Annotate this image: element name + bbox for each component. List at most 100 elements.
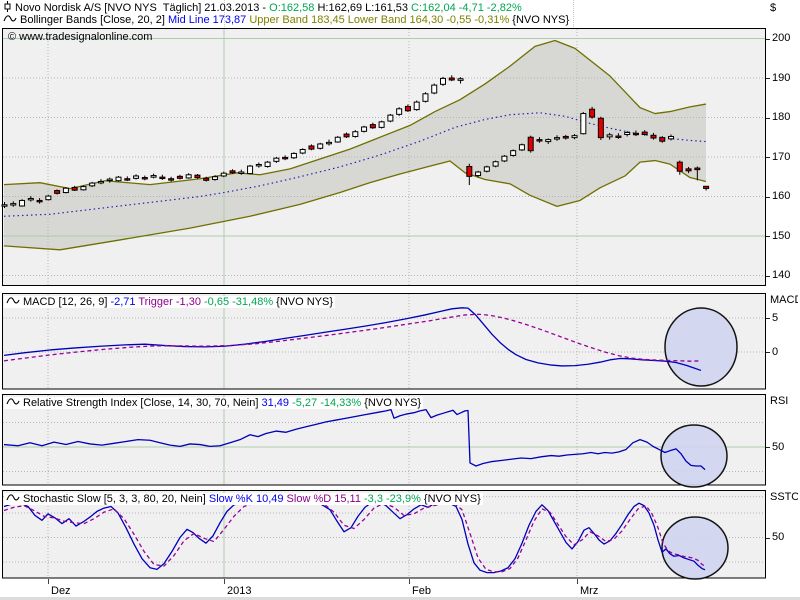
- legend-text: -0,65 -31,48%: [204, 296, 276, 308]
- candle-body: [633, 133, 638, 134]
- axis-tick-label: 5: [772, 312, 778, 324]
- legend-text: Upper Band 183,45 Lower Band 164,30 -0,5…: [249, 14, 512, 26]
- candle-body: [484, 167, 489, 171]
- macd-axis-label: MACD: [770, 294, 798, 306]
- legend-text: {NVO NYS}: [424, 493, 481, 505]
- candle-body: [248, 166, 253, 174]
- time-tick-mark: [409, 579, 410, 584]
- main-price-chart-panel[interactable]: [0, 28, 800, 286]
- stochastic-panel[interactable]: [0, 490, 800, 598]
- indicator-wave-icon: [6, 296, 20, 306]
- candle-body: [686, 169, 691, 171]
- candle-body: [151, 176, 156, 178]
- candle-body: [55, 191, 60, 194]
- candle-body: [423, 94, 428, 102]
- legend-text: {NVO NYS}: [276, 296, 333, 308]
- candle-body: [169, 179, 174, 180]
- candle-body: [397, 109, 402, 115]
- time-tick-mark: [48, 579, 49, 584]
- candle-body: [46, 196, 51, 200]
- candle-body: [642, 132, 647, 134]
- candle-body: [695, 168, 700, 170]
- legend-text: C:162,04 -4,71 -2,82%: [411, 2, 522, 14]
- candle-body: [318, 144, 323, 148]
- instrument-title[interactable]: Novo Nordisk A/S [NVO NYS Täglich] 21.03…: [3, 1, 522, 14]
- candle-body: [81, 187, 86, 190]
- legend-text: Novo Nordisk A/S [NVO NYS Täglich] 21.03…: [15, 2, 269, 14]
- candle-body: [590, 109, 595, 117]
- candle-body: [134, 176, 139, 178]
- watermark: © www.tradesignalonline.com: [8, 31, 152, 43]
- candle-body: [353, 132, 358, 137]
- candle-body: [379, 122, 384, 128]
- candle-body: [449, 78, 454, 80]
- candle-body: [177, 176, 182, 178]
- legend-text: Trigger -1,30: [138, 296, 204, 308]
- candle-body: [502, 156, 507, 161]
- candle-body: [283, 157, 288, 158]
- indicator-wave-icon: [6, 493, 20, 503]
- legend-text: O:162,58: [269, 2, 317, 14]
- legend-text: Mid Line 173,87: [168, 14, 249, 26]
- candle-body: [116, 177, 121, 181]
- candle-body: [212, 177, 217, 180]
- legend-text: Relative Strength Index [Close, 14, 30, …: [23, 397, 261, 409]
- axis-tick-mark: [766, 352, 770, 353]
- legend-text: H:162,69 L:161,53: [317, 2, 411, 14]
- candle-body: [625, 133, 630, 135]
- candle-body: [704, 186, 709, 188]
- axis-tick-mark: [766, 157, 770, 158]
- candle-body: [195, 175, 200, 177]
- candle-body: [344, 134, 349, 137]
- legend-text: Bollinger Bands [Close, 20, 2]: [20, 14, 168, 26]
- candle-body: [2, 205, 7, 206]
- axis-tick-label: 160: [772, 190, 790, 202]
- candle-body: [660, 138, 665, 142]
- candle-body: [467, 166, 472, 176]
- candle-body: [291, 153, 296, 157]
- rsi-header[interactable]: Relative Strength Index [Close, 14, 30, …: [4, 397, 423, 409]
- legend-text: Stochastic Slow [5, 3, 3, 80, 20, Nein]: [23, 493, 209, 505]
- highlight-ellipse[interactable]: [665, 308, 737, 386]
- candle-body: [519, 145, 524, 150]
- candle-body: [11, 204, 16, 205]
- candle-body: [125, 179, 130, 180]
- price-axis-unit: $: [770, 2, 776, 14]
- stochastic-header[interactable]: Stochastic Slow [5, 3, 3, 80, 20, Nein] …: [4, 493, 483, 505]
- axis-tick-label: 190: [772, 72, 790, 84]
- axis-tick-mark: [766, 78, 770, 79]
- candle-body: [90, 183, 95, 186]
- time-tick-label: Feb: [412, 585, 431, 597]
- candle-body: [335, 137, 340, 142]
- candle-body: [221, 173, 226, 176]
- legend-text: -2,71: [110, 296, 138, 308]
- candle-body: [581, 114, 586, 134]
- bollinger-legend[interactable]: Bollinger Bands [Close, 20, 2] Mid Line …: [3, 14, 569, 26]
- candle-body: [405, 106, 410, 110]
- candle-body: [616, 136, 621, 137]
- highlight-ellipse[interactable]: [661, 425, 727, 487]
- candle-body: [563, 136, 568, 138]
- candle-body: [555, 138, 560, 139]
- time-tick-label: Mrz: [580, 585, 598, 597]
- time-tick-mark: [577, 579, 578, 584]
- candle-body: [274, 158, 279, 161]
- highlight-ellipse[interactable]: [662, 517, 728, 579]
- stochastic-axis-label: SSTO: [770, 491, 798, 503]
- legend-text: {NVO NYS}: [364, 397, 421, 409]
- axis-tick-mark: [766, 447, 770, 448]
- axis-tick-label: 150: [772, 230, 790, 242]
- axis-tick-mark: [766, 318, 770, 319]
- candle-body: [677, 162, 682, 171]
- time-tick-label: Dez: [51, 585, 71, 597]
- candle-body: [598, 118, 603, 137]
- candle-body: [493, 162, 498, 166]
- candle-body: [651, 135, 656, 138]
- candle-body: [537, 140, 542, 141]
- candle-body: [528, 137, 533, 150]
- candlestick-icon: [3, 1, 12, 12]
- axis-tick-mark: [766, 197, 770, 198]
- axis-tick-mark: [766, 118, 770, 119]
- candle-body: [546, 140, 551, 142]
- macd-header[interactable]: MACD [12, 26, 9] -2,71 Trigger -1,30 -0,…: [4, 296, 335, 308]
